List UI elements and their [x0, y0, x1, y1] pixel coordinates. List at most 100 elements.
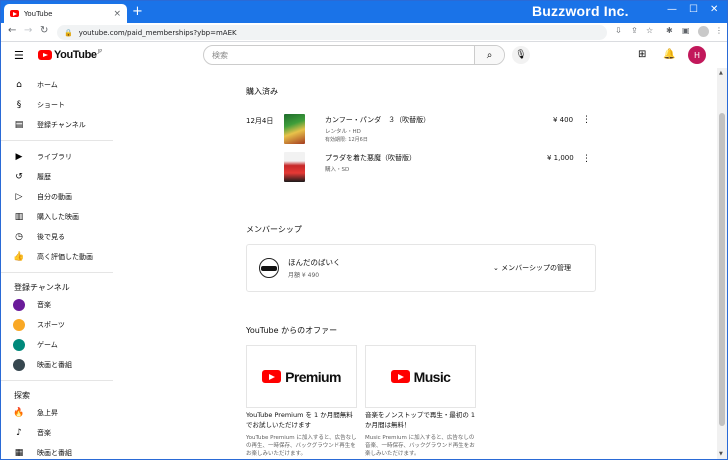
sidebar-item-library[interactable]: ▶ ライブラリ	[1, 149, 113, 165]
watch-later-icon: ◷	[15, 232, 23, 242]
extensions-icon[interactable]: ✱	[666, 26, 673, 35]
movie-poster-devil-wears-prada[interactable]	[284, 152, 305, 182]
account-avatar[interactable]: H	[688, 46, 706, 64]
sidebar-item-liked[interactable]: 👍 高く評価した動画	[1, 249, 113, 265]
sidebar: ⌂ ホーム § ショート ▤ 登録チャンネル ▶ ライブラリ ↺ 履歴 ▷ 自分…	[1, 68, 113, 459]
channel-avatar[interactable]	[259, 258, 279, 278]
membership-fee: 月額 ¥ 490	[288, 272, 320, 279]
sidebar-item-label: 映画と番組	[37, 449, 72, 457]
sidebar-channel-music[interactable]: 音楽	[1, 297, 113, 313]
movies-icon: ▦	[14, 448, 24, 458]
logo-text: YouTube	[54, 49, 97, 61]
minimize-icon[interactable]: —	[667, 4, 677, 15]
library-icon: ▶	[15, 152, 23, 162]
sidebar-item-history[interactable]: ↺ 履歴	[1, 169, 113, 185]
sidebar-channel-movies[interactable]: 映画と番組	[1, 357, 113, 373]
youtube-logo[interactable]: YouTube JP	[38, 49, 102, 61]
purchase-title[interactable]: プラダを着た悪魔（吹替版）	[325, 153, 416, 163]
sidebar-divider	[1, 272, 113, 273]
maximize-icon[interactable]: ☐	[689, 4, 698, 15]
create-video-icon[interactable]: ⊞	[638, 49, 646, 60]
sidebar-item-home[interactable]: ⌂ ホーム	[1, 77, 113, 93]
sidebar-item-my-videos[interactable]: ▷ 自分の動画	[1, 189, 113, 205]
more-options-icon[interactable]: ⋮	[582, 115, 591, 125]
forward-icon[interactable]: →	[24, 25, 32, 36]
offer-title[interactable]: 音楽をノンストップで再生・最初の 1 か月間は無料！	[365, 411, 478, 430]
search-button[interactable]: ⌕	[474, 46, 504, 64]
sidepanel-icon[interactable]: ▣	[682, 26, 690, 35]
sidebar-item-label: 後で見る	[37, 233, 65, 241]
tab-title: YouTube	[24, 9, 53, 18]
purchase-type: 購入・SD	[325, 167, 350, 173]
back-icon[interactable]: ←	[8, 25, 16, 36]
notifications-bell-icon[interactable]: 🔔	[663, 49, 675, 60]
offer-title[interactable]: YouTube Premium を 1 か月間無料でお試しいただけます	[246, 411, 359, 430]
sidebar-item-label: 履歴	[37, 173, 51, 181]
history-icon: ↺	[15, 172, 23, 182]
music-note-icon: ♪	[16, 428, 22, 438]
scroll-up-icon[interactable]: ▲	[719, 70, 723, 76]
sidebar-item-purchases[interactable]: ▥ 購入した映画	[1, 209, 113, 225]
chevron-down-icon: ⌄	[493, 264, 499, 272]
youtube-favicon-icon	[10, 10, 19, 17]
sidebar-item-subscriptions[interactable]: ▤ 登録チャンネル	[1, 117, 113, 133]
tab-close-icon[interactable]: ×	[113, 9, 121, 19]
voice-search-button[interactable]: 🎙	[512, 46, 530, 64]
browser-tab[interactable]: YouTube ×	[4, 4, 127, 23]
subscriptions-icon: ▤	[14, 120, 24, 130]
scrollbar-thumb[interactable]	[719, 113, 725, 426]
url-field[interactable]: 🔒 youtube.com/paid_memberships?ybp=mAEK	[57, 25, 607, 40]
scroll-down-icon[interactable]: ▼	[719, 451, 723, 457]
tab-strip: YouTube × + Buzzword Inc. — ☐ ✕	[1, 1, 727, 23]
browser-profile-avatar[interactable]	[698, 26, 709, 37]
address-bar: ← → ↻ 🔒 youtube.com/paid_memberships?ybp…	[1, 23, 727, 42]
watermark-text: Buzzword Inc.	[532, 3, 629, 19]
sidebar-item-label: 映画と番組	[37, 361, 72, 369]
sidebar-item-label: 高く評価した動画	[37, 253, 93, 261]
sidebar-subscriptions-heading: 登録チャンネル	[14, 283, 70, 292]
new-tab-button[interactable]: +	[132, 5, 143, 19]
microphone-icon: 🎙	[515, 50, 527, 60]
reload-icon[interactable]: ↻	[40, 25, 48, 36]
url-text: youtube.com/paid_memberships?ybp=mAEK	[78, 28, 237, 37]
more-options-icon[interactable]: ⋮	[582, 154, 591, 164]
membership-heading: メンバーシップ	[246, 225, 302, 234]
liked-icon: 👍	[13, 252, 25, 262]
purchase-expiry: 有効期限: 12月6日	[325, 137, 368, 143]
sidebar-divider	[1, 380, 113, 381]
page-scrollbar[interactable]: ▲ ▼	[717, 68, 727, 459]
sidebar-item-label: 音楽	[37, 301, 51, 309]
purchase-price: ¥ 400	[553, 116, 574, 124]
movie-poster-kungfu-panda[interactable]	[284, 114, 305, 144]
search-input[interactable]: 検索	[204, 46, 474, 64]
sidebar-item-music[interactable]: ♪ 音楽	[1, 425, 113, 441]
purchases-heading: 購入済み	[246, 87, 278, 96]
offer-card-music[interactable]: Music	[365, 345, 476, 408]
purchase-title[interactable]: カンフー・パンダ ３（吹替版）	[325, 115, 430, 125]
membership-channel-name[interactable]: ほんだのばいく	[288, 257, 341, 268]
purchase-type: レンタル・HD	[325, 129, 361, 135]
sidebar-item-shorts[interactable]: § ショート	[1, 97, 113, 113]
main-content: 購入済み 12月4日 カンフー・パンダ ３（吹替版） レンタル・HD 有効期限:…	[113, 68, 717, 459]
trending-icon: 🔥	[13, 408, 25, 418]
sidebar-item-label: 自分の動画	[37, 193, 72, 201]
hamburger-menu-icon[interactable]: ☰	[14, 49, 24, 62]
install-icon[interactable]: ⇩	[615, 26, 622, 35]
sidebar-channel-gaming[interactable]: ゲーム	[1, 337, 113, 353]
share-icon[interactable]: ⇪	[631, 26, 638, 35]
sidebar-channel-sports[interactable]: スポーツ	[1, 317, 113, 333]
sidebar-item-watch-later[interactable]: ◷ 後で見る	[1, 229, 113, 245]
offer-description: YouTube Premium に加入すると、広告なしの再生、一時保存、バックグ…	[246, 435, 357, 457]
sidebar-item-movies[interactable]: ▦ 映画と番組	[1, 445, 113, 459]
offer-card-premium[interactable]: Premium	[246, 345, 357, 408]
manage-membership-button[interactable]: ⌄ メンバーシップの管理	[493, 263, 571, 273]
sidebar-item-label: 音楽	[37, 429, 51, 437]
bookmark-star-icon[interactable]: ☆	[646, 26, 653, 35]
manage-membership-label: メンバーシップの管理	[501, 264, 571, 272]
sidebar-item-trending[interactable]: 🔥 急上昇	[1, 405, 113, 421]
browser-menu-icon[interactable]: ⋮	[715, 26, 723, 35]
close-window-icon[interactable]: ✕	[710, 4, 718, 15]
sidebar-item-label: スポーツ	[37, 321, 65, 329]
channel-avatar	[13, 339, 25, 351]
membership-card: ほんだのばいく 月額 ¥ 490 ⌄ メンバーシップの管理	[246, 244, 596, 292]
